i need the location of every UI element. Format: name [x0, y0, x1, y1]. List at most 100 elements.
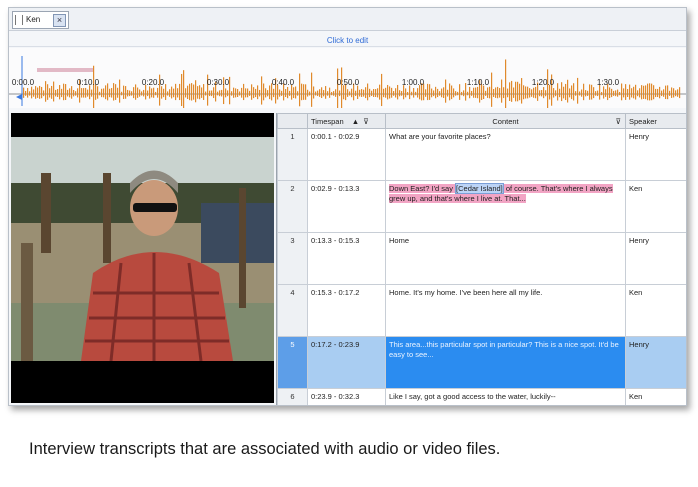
- waveform-bar: [171, 86, 173, 99]
- waveform-bar: [163, 88, 165, 98]
- speaker-cell[interactable]: Henry: [625, 128, 686, 181]
- sort-ascending-icon[interactable]: ▲: [352, 117, 359, 126]
- waveform-bar: [475, 87, 477, 98]
- content-cell[interactable]: Down East? I'd say [Cedar Island] of cou…: [385, 180, 626, 233]
- table-row[interactable]: 2 0:02.9 - 0:13.3 Down East? I'd say [Ce…: [277, 180, 686, 233]
- waveform-bar: [303, 84, 305, 100]
- waveform-bar: [601, 91, 603, 96]
- tab-ken[interactable]: Ken ×: [12, 11, 69, 29]
- filter-icon[interactable]: ⊽: [363, 117, 369, 126]
- waveform-bar: [65, 84, 67, 100]
- video-player[interactable]: [11, 113, 274, 403]
- waveform-bar: [653, 85, 655, 100]
- row-number[interactable]: 6: [277, 388, 308, 405]
- speaker-cell[interactable]: Henry: [625, 232, 686, 285]
- close-icon[interactable]: ×: [53, 14, 66, 27]
- content-cell[interactable]: Home: [385, 232, 626, 285]
- place-tag[interactable]: [Cedar Island]: [455, 183, 504, 194]
- row-number[interactable]: 2: [277, 180, 308, 233]
- content-cell[interactable]: What are your favorite places?: [385, 128, 626, 181]
- waveform-bar: [175, 83, 177, 101]
- waveform-bar: [209, 90, 211, 97]
- waveform-bar: [335, 89, 337, 97]
- timespan-cell[interactable]: 0:23.9 - 0:32.3: [307, 388, 386, 405]
- timespan-cell[interactable]: 0:00.1 - 0:02.9: [307, 128, 386, 181]
- waveform-bar: [411, 91, 413, 96]
- waveform-bar: [527, 86, 529, 99]
- waveform-bar: [457, 91, 459, 96]
- waveform-bar: [39, 85, 41, 99]
- waveform-bar: [261, 76, 263, 105]
- speaker-cell[interactable]: Ken: [625, 284, 686, 337]
- header-row: Timespan ▲ ⊽ Content ⊽ Speaker: [277, 113, 686, 129]
- waveform-bar: [263, 83, 265, 101]
- speaker-cell[interactable]: Ken: [625, 388, 686, 405]
- table-row[interactable]: 4 0:15.3 - 0:17.2 Home. It's my home. I'…: [277, 284, 686, 337]
- table-row[interactable]: 6 0:23.9 - 0:32.3 Like I say, got a good…: [277, 388, 686, 405]
- table-row[interactable]: 3 0:13.3 - 0:15.3 Home Henry: [277, 232, 686, 285]
- waveform-bar: [111, 88, 113, 98]
- waveform-bar: [133, 87, 135, 99]
- row-number[interactable]: 4: [277, 284, 308, 337]
- column-header-content[interactable]: Content ⊽: [385, 113, 626, 129]
- content-cell[interactable]: Like I say, got a good access to the wat…: [385, 388, 626, 405]
- table-row[interactable]: 1 0:00.1 - 0:02.9 What are your favorite…: [277, 128, 686, 181]
- waveform-bar: [559, 88, 561, 98]
- waveform-graphic: 0:00.0 0:10.0 0:20.0 0:30.0 0:40.0 0:50.0 1:00…: [9, 56, 686, 115]
- waveform-bar: [497, 86, 499, 99]
- waveform-bar: [533, 87, 535, 98]
- waveform-bar: [643, 85, 645, 99]
- content-cell[interactable]: Home. It's my home. I've been here all m…: [385, 284, 626, 337]
- waveform-bar: [243, 83, 245, 101]
- waveform-bar: [123, 85, 125, 100]
- waveform-bar: [471, 90, 473, 96]
- timespan-cell[interactable]: 0:02.9 - 0:13.3: [307, 180, 386, 233]
- speaker-cell[interactable]: Henry: [625, 336, 686, 389]
- waveform-bar: [523, 85, 525, 100]
- waveform-bar: [121, 91, 123, 96]
- waveform-bar: [609, 87, 611, 98]
- timespan-cell[interactable]: 0:15.3 - 0:17.2: [307, 284, 386, 337]
- waveform-bar: [605, 89, 607, 97]
- waveform-bar: [63, 83, 65, 101]
- click-to-edit-link[interactable]: Click to edit: [9, 36, 686, 47]
- waveform-bar: [395, 88, 397, 98]
- waveform-bar: [73, 89, 75, 97]
- waveform-bar: [447, 89, 449, 97]
- waveform-bar: [45, 81, 47, 102]
- column-header-speaker[interactable]: Speaker: [625, 113, 686, 129]
- audio-waveform[interactable]: 0:00.0 0:10.0 0:20.0 0:30.0 0:40.0 0:50.0 1:00…: [9, 48, 686, 115]
- waveform-bar: [505, 59, 507, 115]
- waveform-bar: [673, 88, 675, 98]
- waveform-bar: [323, 90, 325, 97]
- waveform-bar: [373, 89, 375, 97]
- waveform-bar: [431, 88, 433, 98]
- timeline-tick-label: 0:00.0: [12, 78, 35, 87]
- waveform-bar: [655, 88, 657, 98]
- table-row-selected[interactable]: 5 0:17.2 - 0:23.9 This area...this parti…: [277, 336, 686, 389]
- timespan-cell[interactable]: 0:13.3 - 0:15.3: [307, 232, 386, 285]
- column-header-row-number[interactable]: [277, 113, 308, 129]
- row-number[interactable]: 5: [277, 336, 308, 389]
- waveform-bar: [367, 83, 369, 101]
- selection-range[interactable]: [37, 68, 93, 72]
- column-header-timespan[interactable]: Timespan ▲ ⊽: [307, 113, 386, 129]
- waveform-bar: [85, 87, 87, 98]
- waveform-bar: [553, 88, 555, 98]
- waveform-bar: [211, 90, 213, 97]
- waveform-bar: [571, 85, 573, 100]
- content-cell[interactable]: This area...this particular spot in part…: [385, 336, 626, 389]
- row-number[interactable]: 3: [277, 232, 308, 285]
- waveform-bar: [157, 87, 159, 98]
- timespan-cell[interactable]: 0:17.2 - 0:23.9: [307, 336, 386, 389]
- filter-icon[interactable]: ⊽: [616, 117, 622, 126]
- tab-grip-icon: [15, 15, 23, 25]
- waveform-bar: [217, 91, 219, 96]
- speaker-cell[interactable]: Ken: [625, 180, 686, 233]
- waveform-bar: [493, 88, 495, 98]
- waveform-bar: [219, 90, 221, 97]
- waveform-bar: [459, 84, 461, 100]
- waveform-bar: [355, 90, 357, 96]
- waveform-bar: [575, 91, 577, 96]
- row-number[interactable]: 1: [277, 128, 308, 181]
